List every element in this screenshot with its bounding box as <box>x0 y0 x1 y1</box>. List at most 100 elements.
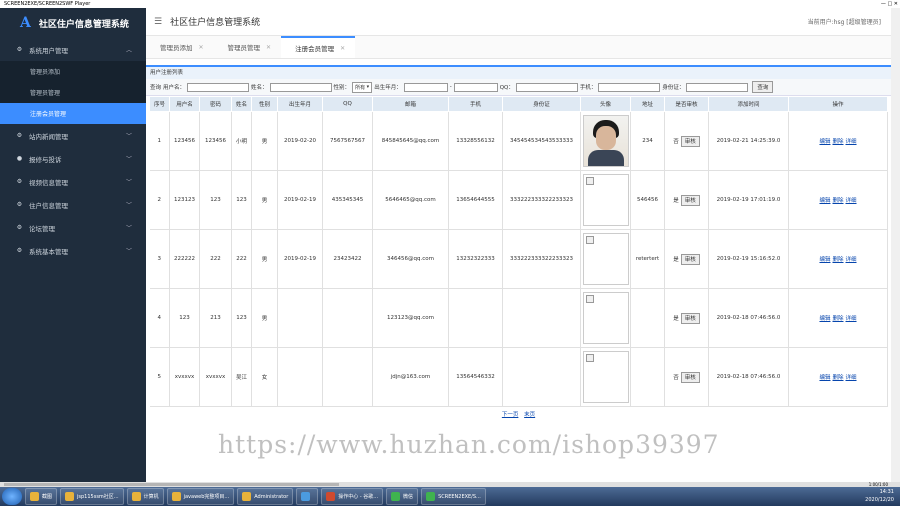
taskbar-item[interactable]: 截图 <box>25 488 58 505</box>
table-row: 2 123123 123 123 男 2019-02-19 435345345 5646465… <box>149 170 888 230</box>
audit-button[interactable]: 审核 <box>680 253 700 265</box>
taskbar-item[interactable]: 计算机 <box>126 488 164 505</box>
detail-link[interactable]: 详细 <box>846 139 857 145</box>
edit-link[interactable]: 编辑 <box>819 139 830 145</box>
cell-idcard: 345454534543533333 <box>502 111 581 171</box>
edit-link[interactable]: 编辑 <box>819 257 830 263</box>
next-page-link[interactable]: 下一页 <box>502 412 519 418</box>
detail-link[interactable]: 详细 <box>846 257 857 263</box>
taskbar-item[interactable]: jsp115ssm社区... <box>60 488 124 505</box>
window-controls[interactable]: — □ ✕ <box>881 0 898 8</box>
delete-link[interactable]: 删除 <box>832 316 843 322</box>
cell-added-time: 2019-02-19 15:16:52.0 <box>708 229 789 289</box>
cell-username: 123456 <box>169 111 200 171</box>
cell-added-time: 2019-02-18 07:46:56.0 <box>708 347 789 407</box>
last-page-link[interactable]: 末页 <box>524 412 535 418</box>
delete-link[interactable]: 删除 <box>832 257 843 263</box>
cell-qq <box>322 347 373 407</box>
close-icon[interactable]: ✕ <box>199 44 204 51</box>
idcard-input[interactable] <box>686 82 749 92</box>
cell-email: 123123@qq.com <box>372 288 449 348</box>
column-header: 姓名 <box>231 96 252 112</box>
delete-link[interactable]: 删除 <box>832 375 843 381</box>
edit-link[interactable]: 编辑 <box>819 375 830 381</box>
search-button[interactable]: 查询 <box>752 81 774 93</box>
delete-link[interactable]: 删除 <box>832 198 843 204</box>
cell-birth: 2019-02-20 <box>277 111 323 171</box>
audit-button[interactable]: 审核 <box>680 135 700 147</box>
cell-address <box>630 288 665 348</box>
delete-link[interactable]: 删除 <box>832 139 843 145</box>
tab-bar: 管理员添加 ✕ 管理员管理 ✕ 注册会员管理 ✕ <box>146 36 891 59</box>
sidebar-item-admin-manage[interactable]: 管理员管理 <box>0 82 146 103</box>
idcard-label: 身份证： <box>662 85 685 91</box>
app-name: 社区住户信息管理系统 <box>38 19 129 30</box>
cell-birth <box>277 347 323 407</box>
cell-email: 346456@qq.com <box>372 229 449 289</box>
menu-group-news[interactable]: ⚙ 站内新闻管理 ﹀ <box>0 124 146 147</box>
edit-link[interactable]: 编辑 <box>819 198 830 204</box>
tab-member-manage[interactable]: 注册会员管理 ✕ <box>281 36 356 58</box>
audit-button[interactable]: 审核 <box>680 194 700 206</box>
avatar <box>582 351 629 403</box>
taskbar-item[interactable]: 操作中心 - 谷歌... <box>321 488 384 505</box>
sidebar: A 社区住户信息管理系统 ⚙ 系统用户管理 ︿ 管理员添加 管理员管理 注册会员… <box>0 8 146 482</box>
name-input[interactable] <box>269 82 332 92</box>
column-header: 身份证 <box>502 96 581 112</box>
birth-end-input[interactable] <box>453 82 498 92</box>
close-icon[interactable]: ✕ <box>340 45 345 52</box>
menu-group-system-basic[interactable]: ⚙ 系统基本管理 ﹀ <box>0 239 146 262</box>
cell-address: 234 <box>630 111 665 171</box>
page-title: 社区住户信息管理系统 <box>170 18 261 28</box>
seek-thumb[interactable] <box>4 483 339 486</box>
app-icon <box>426 492 436 501</box>
detail-link[interactable]: 详细 <box>846 375 857 381</box>
audit-button[interactable]: 审核 <box>680 371 700 383</box>
menu-group-repair[interactable]: ● 报修与投诉 ﹀ <box>0 147 146 170</box>
username-input[interactable] <box>187 82 250 92</box>
tab-admin-manage[interactable]: 管理员管理 ✕ <box>214 36 282 58</box>
cell-phone: 13232322333 <box>448 229 503 289</box>
gender-select[interactable]: 所有 ▾ <box>352 81 373 93</box>
top-bar: ☰ 社区住户信息管理系统 当前用户:hsg [超级管理员] <box>146 8 891 36</box>
app-icon <box>301 492 311 501</box>
close-icon[interactable]: ✕ <box>266 44 271 51</box>
menu-group-forum[interactable]: ⚙ 论坛管理 ﹀ <box>0 216 146 239</box>
menu-group-video[interactable]: ⚙ 视频信息管理 ﹀ <box>0 170 146 193</box>
column-header: 地址 <box>630 96 665 112</box>
cell-gender: 男 <box>251 229 278 289</box>
avatar <box>582 292 629 344</box>
tab-admin-add[interactable]: 管理员添加 ✕ <box>146 36 214 58</box>
audit-button[interactable]: 审核 <box>680 312 700 324</box>
menu-group-system-users[interactable]: ⚙ 系统用户管理 ︿ <box>0 38 146 61</box>
taskbar-item[interactable]: javaweb完整项目... <box>166 488 235 505</box>
cell-audited: 是审核 <box>664 170 709 230</box>
sidebar-item-admin-add[interactable]: 管理员添加 <box>0 61 146 82</box>
birth-separator: - <box>449 84 452 90</box>
detail-link[interactable]: 详细 <box>846 198 857 204</box>
phone-input[interactable] <box>598 82 661 92</box>
edit-link[interactable]: 编辑 <box>819 316 830 322</box>
birth-start-input[interactable] <box>403 82 448 92</box>
taskbar-item[interactable]: Administrator <box>237 488 294 505</box>
taskbar-item[interactable] <box>296 488 319 505</box>
table-header-row: 序号 用户名 密码 姓名 性别 出生年月 QQ 邮箱 手机 身份证 头像 地址 是否审核 添加时间 操作 <box>149 96 888 112</box>
menu-group-label: 住户信息管理 <box>29 201 68 210</box>
start-button-icon[interactable] <box>2 488 22 505</box>
menu-group-label: 系统用户管理 <box>29 46 68 55</box>
detail-link[interactable]: 详细 <box>846 316 857 322</box>
column-header: 是否审核 <box>664 96 709 112</box>
vertical-scrollbar[interactable] <box>891 8 900 482</box>
menu-toggle-icon[interactable]: ☰ <box>154 17 162 27</box>
sidebar-item-member-manage[interactable]: 注册会员管理 <box>0 103 146 124</box>
qq-input[interactable] <box>515 82 578 92</box>
taskbar-item[interactable]: 微信 <box>386 488 419 505</box>
current-user[interactable]: 当前用户:hsg [超级管理员] <box>808 17 881 26</box>
cell-username: xvxxvx <box>169 347 200 407</box>
system-tray-clock[interactable]: 14:31 2020/12/20 <box>865 488 894 504</box>
taskbar-item[interactable]: SCREEN2EXE/S... <box>421 488 486 505</box>
menu-group-resident[interactable]: ⚙ 住户信息管理 ﹀ <box>0 193 146 216</box>
audit-status: 是 <box>673 316 679 322</box>
cell-email: 5646465@qq.com <box>372 170 449 230</box>
cell-name: 123 <box>231 288 252 348</box>
